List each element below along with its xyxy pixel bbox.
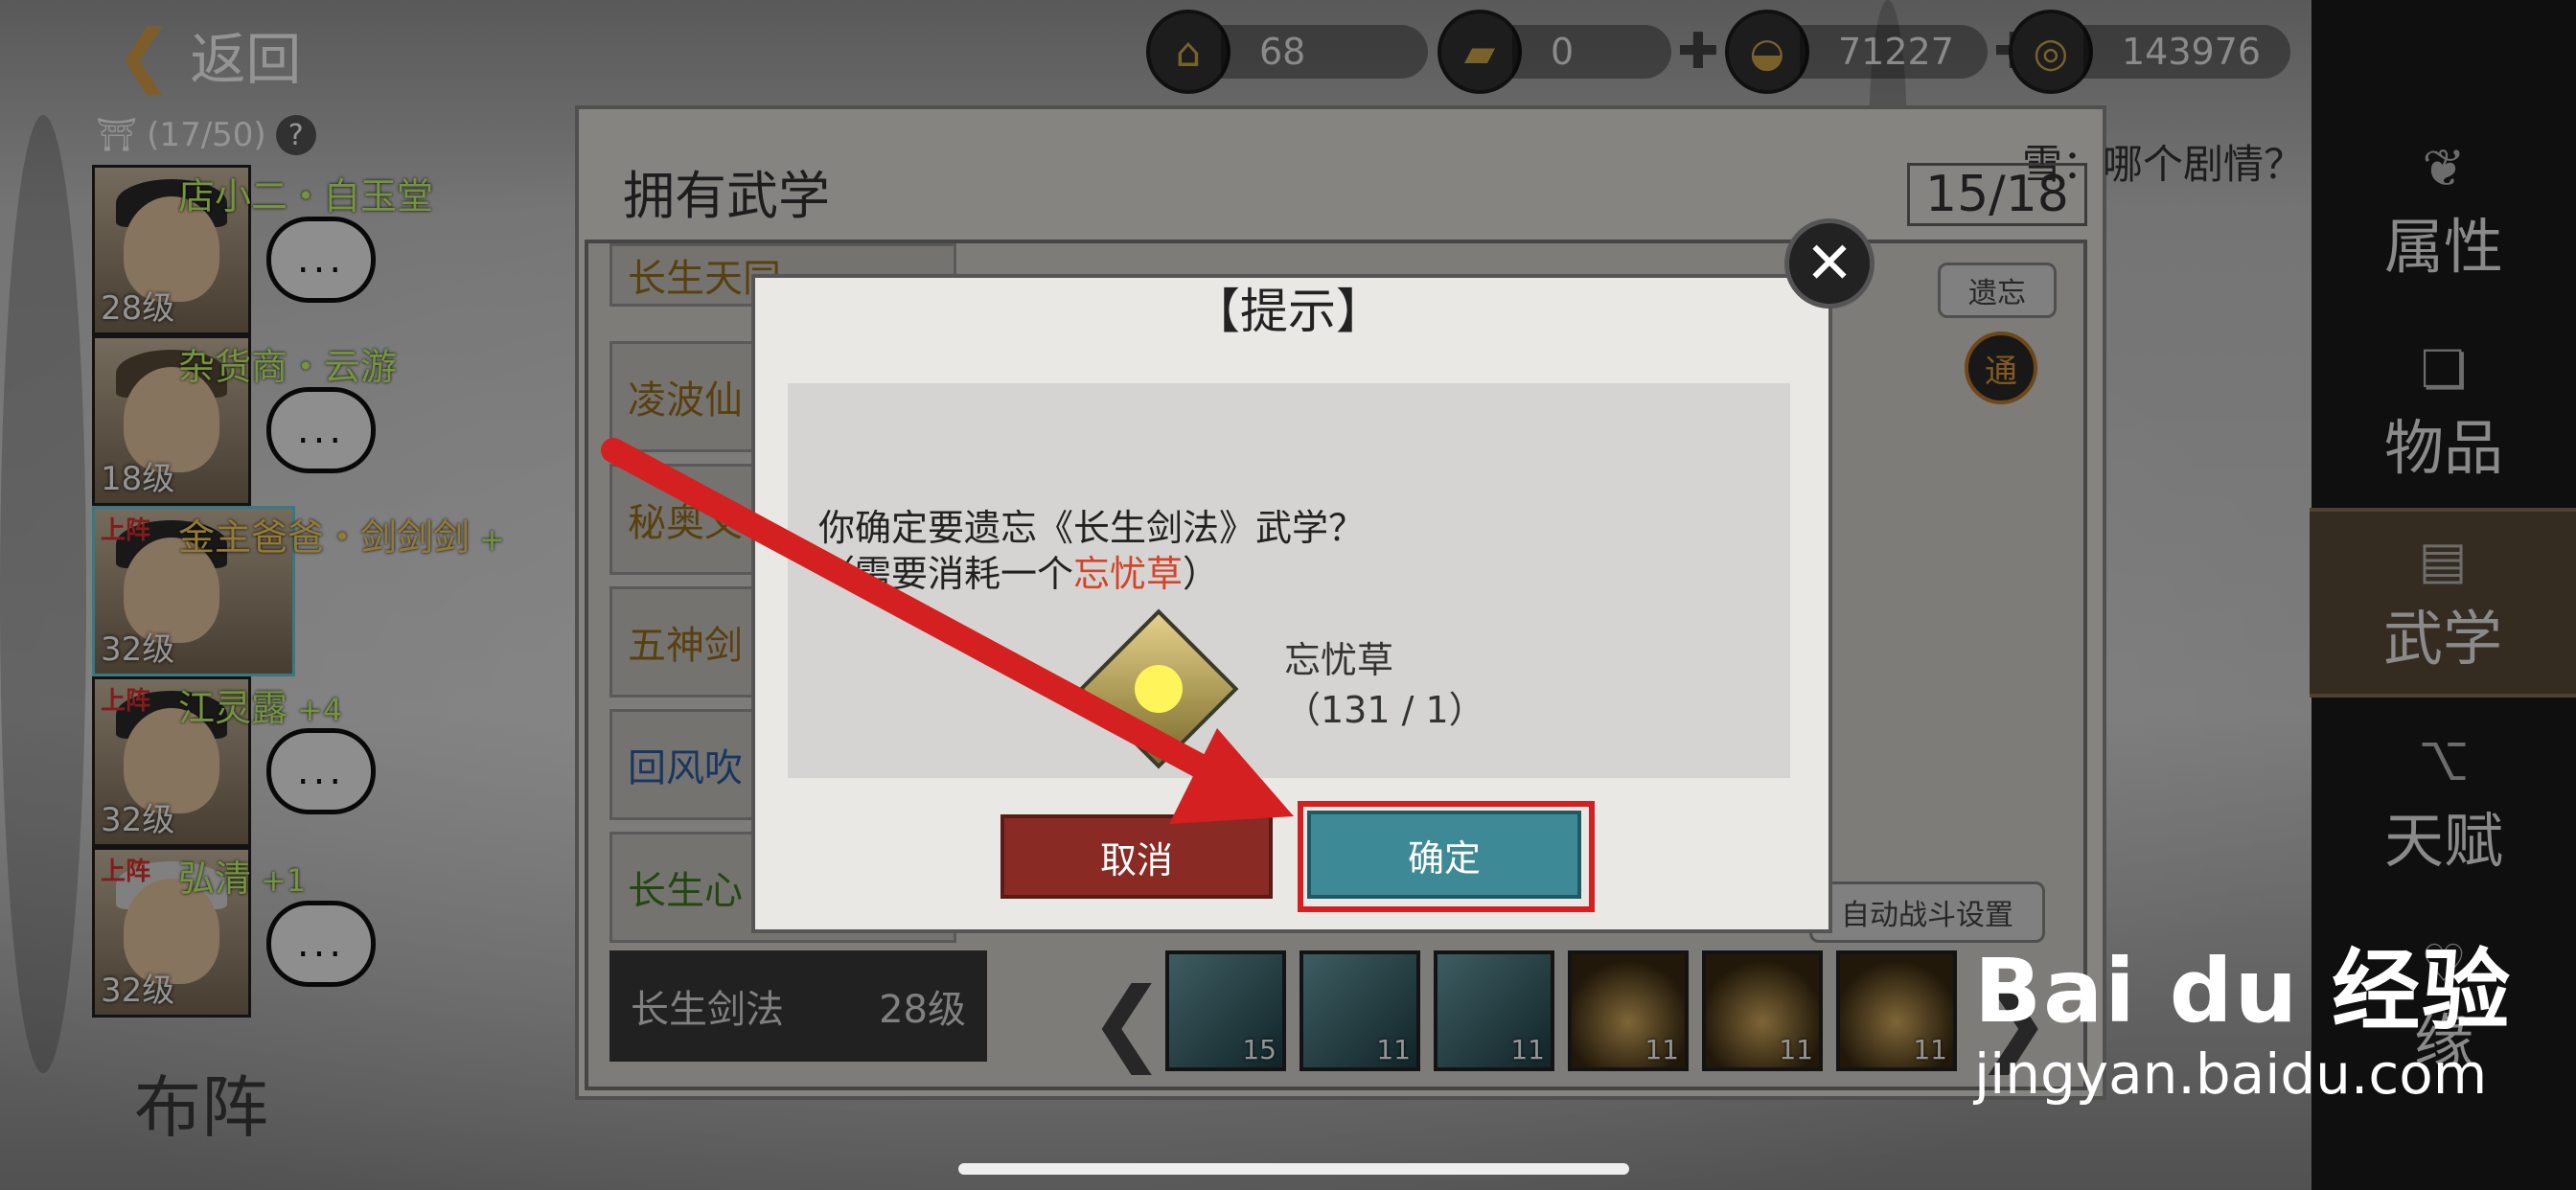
watermark-url: jingyan.baidu.com <box>1974 1041 2488 1107</box>
home-indicator[interactable] <box>958 1163 1629 1175</box>
baidu-watermark: Bai du 经验 jingyan.baidu.com <box>1974 920 2512 1107</box>
arrow-head <box>1169 728 1294 824</box>
arrow-shaft <box>601 438 1249 798</box>
baidu-logo: Bai du 经验 <box>1974 940 2513 1042</box>
